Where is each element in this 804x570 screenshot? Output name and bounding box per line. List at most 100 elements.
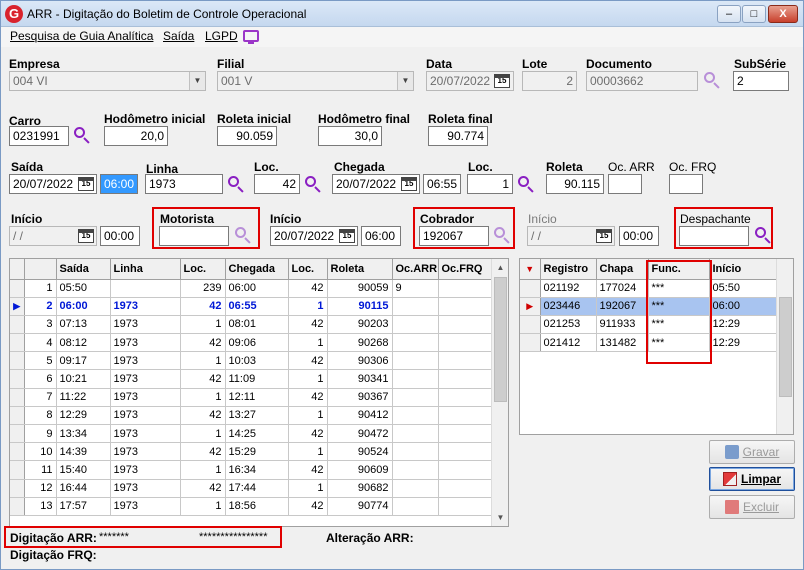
linha-cell[interactable] bbox=[110, 279, 181, 298]
table-row[interactable]: 1 05:50 239 06:00 42 90059 9 bbox=[10, 279, 493, 298]
loc-cell[interactable]: 42 bbox=[180, 406, 226, 426]
row-indicator[interactable] bbox=[10, 497, 25, 516]
table-row[interactable]: 4 08:12 1973 42 09:06 1 90268 bbox=[10, 333, 493, 353]
loc2-cell[interactable]: 1 bbox=[288, 333, 328, 353]
table-row[interactable]: 10 14:39 1973 42 15:29 1 90524 bbox=[10, 442, 493, 462]
roleta-cell[interactable]: 90472 bbox=[327, 424, 393, 444]
loc2-cell[interactable]: 42 bbox=[288, 351, 328, 371]
lote-field[interactable]: 2 bbox=[522, 71, 577, 91]
maximize-button[interactable]: □ bbox=[742, 5, 766, 23]
minimize-button[interactable]: – bbox=[717, 5, 741, 23]
row-number[interactable]: 1 bbox=[24, 279, 57, 298]
roleta-cell[interactable]: 90367 bbox=[327, 388, 393, 407]
hodometro-final-field[interactable]: 30,0 bbox=[318, 126, 382, 146]
column-header-roleta[interactable]: Roleta bbox=[327, 259, 393, 280]
registro-cell[interactable]: 021412 bbox=[540, 333, 597, 353]
carro-field[interactable]: 0231991 bbox=[9, 126, 69, 146]
column-header-chapa[interactable]: Chapa bbox=[596, 259, 649, 280]
chapa-cell[interactable]: 131482 bbox=[596, 333, 649, 353]
linha-cell[interactable]: 1973 bbox=[110, 333, 181, 353]
viagens-scrollbar[interactable]: ▲ ▼ bbox=[491, 259, 508, 526]
inicio2-time-field[interactable]: 06:00 bbox=[361, 226, 401, 246]
chegada-cell[interactable]: 06:55 bbox=[225, 297, 289, 316]
oc-frq-cell[interactable] bbox=[438, 479, 493, 498]
roleta-cell[interactable]: 90306 bbox=[327, 351, 393, 371]
row-indicator[interactable] bbox=[10, 315, 25, 335]
column-header-oc-arr[interactable]: Oc.ARR bbox=[392, 259, 439, 280]
table-row[interactable]: 8 12:29 1973 42 13:27 1 90412 bbox=[10, 406, 493, 426]
oc-frq-cell[interactable] bbox=[438, 406, 493, 426]
inicio-cell[interactable]: 12:29 bbox=[709, 333, 777, 353]
loc-cell[interactable]: 1 bbox=[180, 424, 226, 444]
roleta-cell[interactable]: 90115 bbox=[327, 297, 393, 316]
oc-frq-cell[interactable] bbox=[438, 333, 493, 353]
search-icon[interactable] bbox=[73, 126, 91, 144]
chevron-down-icon[interactable]: ▼ bbox=[189, 72, 205, 90]
menu-lgpd[interactable]: LGPD bbox=[205, 29, 238, 43]
saida-cell[interactable]: 17:57 bbox=[56, 497, 111, 516]
oc-arr-cell[interactable] bbox=[392, 406, 439, 426]
roleta-cell[interactable]: 90774 bbox=[327, 497, 393, 516]
oc-arr-cell[interactable] bbox=[392, 479, 439, 498]
gravar-button[interactable]: Gravar bbox=[709, 440, 795, 464]
loc2-field[interactable]: 1 bbox=[467, 174, 513, 194]
row-number[interactable]: 2 bbox=[24, 297, 57, 316]
inicio-cell[interactable]: 05:50 bbox=[709, 279, 777, 298]
roleta-cell[interactable]: 90341 bbox=[327, 369, 393, 389]
saida-cell[interactable]: 12:29 bbox=[56, 406, 111, 426]
row-number[interactable]: 8 bbox=[24, 406, 57, 426]
row-indicator[interactable] bbox=[520, 315, 541, 335]
roleta-cell[interactable]: 90203 bbox=[327, 315, 393, 335]
empresa-select[interactable]: 004 VI ▼ bbox=[9, 71, 206, 91]
saida-cell[interactable]: 16:44 bbox=[56, 479, 111, 498]
oc-frq-cell[interactable] bbox=[438, 424, 493, 444]
linha-cell[interactable]: 1973 bbox=[110, 479, 181, 498]
oc-arr-cell[interactable] bbox=[392, 315, 439, 335]
chegada-cell[interactable]: 14:25 bbox=[225, 424, 289, 444]
linha-cell[interactable]: 1973 bbox=[110, 460, 181, 480]
oc-arr-cell[interactable] bbox=[392, 333, 439, 353]
registro-cell[interactable]: 023446 bbox=[540, 297, 597, 316]
chegada-cell[interactable]: 10:03 bbox=[225, 351, 289, 371]
saida-cell[interactable]: 14:39 bbox=[56, 442, 111, 462]
saida-cell[interactable]: 08:12 bbox=[56, 333, 111, 353]
row-number[interactable]: 3 bbox=[24, 315, 57, 335]
oc-arr-cell[interactable] bbox=[392, 351, 439, 371]
roleta-cell[interactable]: 90412 bbox=[327, 406, 393, 426]
row-indicator[interactable]: ▶ bbox=[10, 297, 25, 316]
oc-arr-cell[interactable]: 9 bbox=[392, 279, 439, 298]
linha-cell[interactable]: 1973 bbox=[110, 442, 181, 462]
registro-cell[interactable]: 021253 bbox=[540, 315, 597, 335]
search-icon[interactable] bbox=[304, 175, 322, 193]
loc2-cell[interactable]: 1 bbox=[288, 442, 328, 462]
column-header-saida[interactable]: Saída bbox=[56, 259, 111, 280]
row-number[interactable]: 7 bbox=[24, 388, 57, 407]
chapa-cell[interactable]: 192067 bbox=[596, 297, 649, 316]
motorista-field[interactable] bbox=[159, 226, 229, 246]
oc-arr-cell[interactable] bbox=[392, 460, 439, 480]
column-header-loc2[interactable]: Loc. bbox=[288, 259, 328, 280]
oc-frq-cell[interactable] bbox=[438, 460, 493, 480]
filial-select[interactable]: 001 V ▼ bbox=[217, 71, 414, 91]
calendar-icon[interactable]: 15 bbox=[78, 229, 94, 243]
loc2-cell[interactable]: 1 bbox=[288, 369, 328, 389]
table-row[interactable]: 12 16:44 1973 42 17:44 1 90682 bbox=[10, 479, 493, 498]
documento-field[interactable]: 00003662 bbox=[586, 71, 698, 91]
linha-field[interactable]: 1973 bbox=[145, 174, 223, 194]
oc-frq-cell[interactable] bbox=[438, 315, 493, 335]
loc2-cell[interactable]: 1 bbox=[288, 479, 328, 498]
cobrador-field[interactable]: 192067 bbox=[419, 226, 489, 246]
close-button[interactable]: X bbox=[768, 5, 798, 23]
linha-cell[interactable]: 1973 bbox=[110, 297, 181, 316]
search-icon[interactable] bbox=[703, 71, 721, 89]
loc2-cell[interactable]: 1 bbox=[288, 297, 328, 316]
row-indicator[interactable] bbox=[10, 424, 25, 444]
saida-cell[interactable]: 11:22 bbox=[56, 388, 111, 407]
chegada-cell[interactable]: 13:27 bbox=[225, 406, 289, 426]
table-row[interactable]: 13 17:57 1973 1 18:56 42 90774 bbox=[10, 497, 493, 516]
chegada-cell[interactable]: 06:00 bbox=[225, 279, 289, 298]
row-number[interactable]: 12 bbox=[24, 479, 57, 498]
row-indicator[interactable] bbox=[10, 351, 25, 371]
roleta-inicial-field[interactable]: 90.059 bbox=[217, 126, 277, 146]
roleta-cell[interactable]: 90059 bbox=[327, 279, 393, 298]
